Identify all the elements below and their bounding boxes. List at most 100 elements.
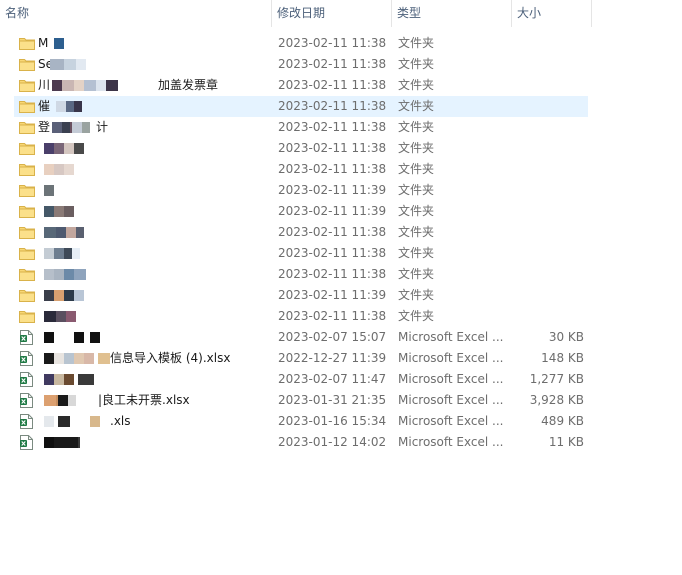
column-header-size-label: 大小 [517,6,542,20]
redacted-name-block [56,101,82,112]
file-row[interactable]: 2023-02-11 11:38 文件夹 [0,264,592,285]
excel-icon-wrapper [19,414,35,429]
file-row[interactable]: 登 计 2023-02-11 11:38 文件夹 [0,117,592,138]
excel-file-icon [20,351,33,366]
file-row[interactable]: 2023-01-12 14:02 Microsoft Excel ... 11 KB [0,432,592,453]
file-row[interactable]: 川 加盖发票章 2023-02-11 11:38 文件夹 [0,75,592,96]
file-size [510,285,584,306]
file-row[interactable]: |良工未开票.xlsx 2023-01-31 21:35 Microsoft Exc… [0,390,592,411]
modified-date: 2023-01-16 15:34 [278,414,387,428]
modified-date: 2023-02-11 11:38 [278,78,387,92]
folder-icon [19,290,35,302]
folder-icon [19,38,35,50]
file-row[interactable]: Se 2023-02-11 11:38 文件夹 [0,54,592,75]
folder-icon [19,248,35,260]
folder-icon-wrapper [19,309,35,324]
column-header-type-label: 类型 [397,6,422,20]
column-header-name[interactable]: 名称 ^ [0,0,272,27]
folder-icon-wrapper [19,99,35,114]
file-row[interactable]: 2023-02-11 11:38 文件夹 [0,222,592,243]
folder-icon [19,122,35,134]
file-row[interactable]: 2023-02-11 11:39 文件夹 [0,201,592,222]
folder-icon [19,80,35,92]
modified-date: 2023-02-11 11:38 [278,162,387,176]
file-type: Microsoft Excel ... [398,393,504,407]
redacted-name-block [50,59,86,70]
redacted-name-block [44,227,84,238]
folder-icon [19,227,35,239]
column-header-type[interactable]: 类型 [392,0,512,27]
file-row[interactable]: 2023-02-07 15:07 Microsoft Excel ... 30 KB [0,327,592,348]
redacted-name-block [44,143,84,154]
excel-icon-wrapper [19,393,35,408]
modified-date: 2022-12-27 11:39 [278,351,387,365]
column-separator[interactable] [591,0,592,27]
file-type: Microsoft Excel ... [398,372,504,386]
column-header-date[interactable]: 修改日期 [272,0,392,27]
file-size [510,222,584,243]
file-size [510,306,584,327]
file-type: 文件夹 [398,309,435,323]
column-header-date-label: 修改日期 [277,6,326,20]
modified-date: 2023-02-11 11:38 [278,99,387,113]
file-size [510,33,584,54]
redacted-name-block [44,311,76,322]
file-row[interactable]: 2023-02-11 11:39 文件夹 [0,285,592,306]
file-row[interactable]: 催 2023-02-11 11:38 文件夹 [14,96,588,117]
file-name-prefix: 川 [38,78,51,92]
file-name-suffix: .xls [110,414,131,428]
folder-icon-wrapper [19,57,35,72]
folder-icon-wrapper [19,204,35,219]
file-type: 文件夹 [398,225,435,239]
folder-icon-wrapper [19,162,35,177]
file-type: Microsoft Excel ... [398,351,504,365]
folder-icon-wrapper [19,78,35,93]
excel-icon-wrapper [19,351,35,366]
redacted-name-block [44,332,84,343]
folder-icon-wrapper [19,36,35,51]
folder-icon-wrapper [19,246,35,261]
column-header-name-label: 名称 [5,6,30,20]
folder-icon-wrapper [19,225,35,240]
redacted-name-block [44,164,74,175]
folder-icon [19,311,35,323]
file-row[interactable]: .xls 2023-01-16 15:34 Microsoft Excel ... 4… [0,411,592,432]
modified-date: 2023-02-11 11:38 [278,309,387,323]
redacted-name-block [58,395,76,406]
redacted-name-block [44,206,74,217]
folder-icon-wrapper [19,120,35,135]
column-header-size[interactable]: 大小 [512,0,592,27]
excel-icon-wrapper [19,372,35,387]
file-size: 489 KB [541,414,584,428]
folder-icon [19,143,35,155]
folder-icon [19,269,35,281]
file-row[interactable]: 2023-02-11 11:38 文件夹 [0,159,592,180]
file-size [510,264,584,285]
modified-date: 2023-02-11 11:38 [278,225,387,239]
file-type: Microsoft Excel ... [398,414,504,428]
file-type: 文件夹 [398,267,435,281]
redacted-name-block [44,353,94,364]
file-row[interactable]: 2023-02-07 11:47 Microsoft Excel ... 1,277… [0,369,592,390]
file-row[interactable]: 2023-02-11 11:39 文件夹 [0,180,592,201]
file-name-prefix: 催 [38,99,51,113]
modified-date: 2023-02-11 11:38 [278,246,387,260]
redacted-name-block [78,374,88,385]
file-type: Microsoft Excel ... [398,435,504,449]
file-size: 3,928 KB [529,393,584,407]
folder-icon [19,101,35,113]
redacted-name-block [98,353,110,364]
file-row[interactable]: 2023-02-11 11:38 文件夹 [0,306,592,327]
file-row[interactable]: M 2023-02-11 11:38 文件夹 [0,33,592,54]
redacted-name-block [52,122,70,133]
file-row[interactable]: 信息导入模板 (4).xlsx 2022-12-27 11:39 Microsoft… [0,348,592,369]
modified-date: 2023-01-31 21:35 [278,393,387,407]
excel-icon-wrapper [19,435,35,450]
file-name-suffix: 信息导入模板 (4).xlsx [110,351,231,365]
file-row[interactable]: 2023-02-11 11:38 文件夹 [0,243,592,264]
file-row[interactable]: 2023-02-11 11:38 文件夹 [0,138,592,159]
file-type: 文件夹 [398,36,435,50]
folder-icon-wrapper [19,183,35,198]
redacted-name-block [44,248,80,259]
excel-file-icon [20,414,33,429]
